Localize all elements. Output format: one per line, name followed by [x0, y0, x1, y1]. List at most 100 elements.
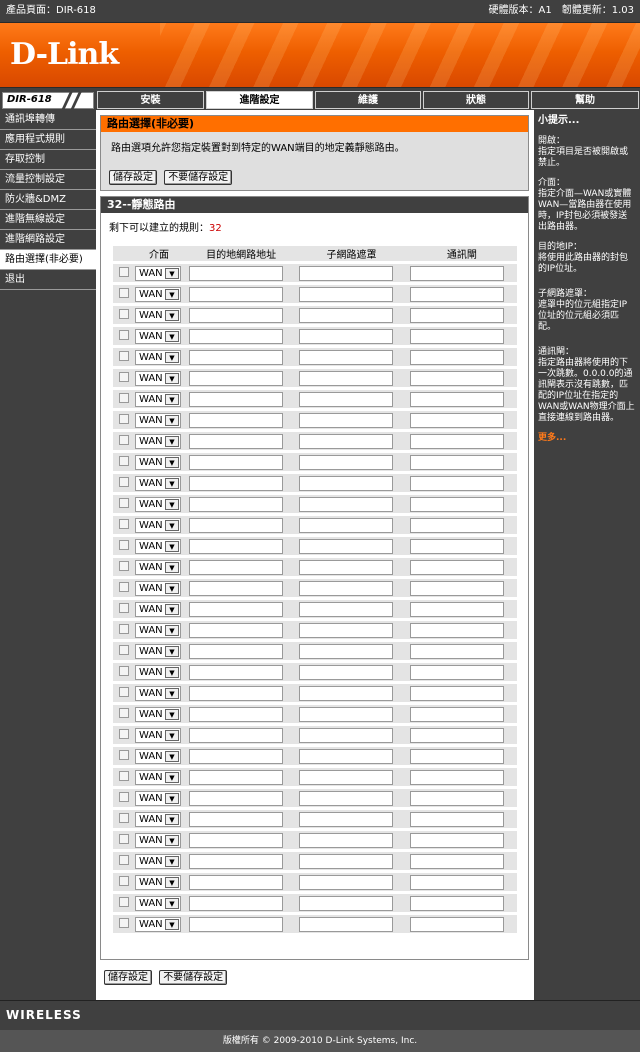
mask-input[interactable] — [299, 601, 394, 617]
gateway-input[interactable] — [409, 643, 504, 659]
enable-checkbox[interactable] — [119, 896, 129, 907]
interface-select[interactable]: WAN ▼ — [135, 643, 181, 659]
destination-input[interactable] — [189, 433, 283, 449]
destination-input[interactable] — [189, 769, 283, 785]
enable-checkbox[interactable] — [119, 623, 129, 634]
gateway-input[interactable] — [409, 370, 504, 386]
tab-help[interactable]: 幫助 — [531, 91, 639, 109]
gateway-input[interactable] — [409, 538, 504, 554]
gateway-input[interactable] — [409, 559, 504, 575]
mask-input[interactable] — [299, 559, 394, 575]
dont-save-button[interactable]: 不要儲存設定 — [164, 170, 233, 185]
mask-input[interactable] — [299, 622, 394, 638]
interface-select[interactable]: WAN ▼ — [135, 412, 181, 428]
gateway-input[interactable] — [409, 475, 504, 491]
enable-checkbox[interactable] — [119, 812, 129, 823]
mask-input[interactable] — [299, 790, 394, 806]
mask-input[interactable] — [299, 727, 394, 743]
interface-select[interactable]: WAN ▼ — [135, 370, 181, 386]
mask-input[interactable] — [299, 580, 394, 596]
gateway-input[interactable] — [409, 307, 504, 323]
destination-input[interactable] — [189, 454, 283, 470]
interface-select[interactable]: WAN ▼ — [135, 496, 181, 512]
enable-checkbox[interactable] — [119, 392, 129, 403]
gateway-input[interactable] — [409, 853, 504, 869]
destination-input[interactable] — [189, 370, 283, 386]
interface-select[interactable]: WAN ▼ — [135, 328, 181, 344]
gateway-input[interactable] — [409, 580, 504, 596]
destination-input[interactable] — [189, 328, 283, 344]
gateway-input[interactable] — [409, 811, 504, 827]
destination-input[interactable] — [189, 286, 283, 302]
mask-input[interactable] — [299, 895, 394, 911]
enable-checkbox[interactable] — [119, 560, 129, 571]
destination-input[interactable] — [189, 664, 283, 680]
enable-checkbox[interactable] — [119, 329, 129, 340]
enable-checkbox[interactable] — [119, 308, 129, 319]
destination-input[interactable] — [189, 895, 283, 911]
interface-select[interactable]: WAN ▼ — [135, 685, 181, 701]
gateway-input[interactable] — [409, 874, 504, 890]
mask-input[interactable] — [299, 643, 394, 659]
enable-checkbox[interactable] — [119, 581, 129, 592]
gateway-input[interactable] — [409, 916, 504, 932]
mask-input[interactable] — [299, 853, 394, 869]
interface-select[interactable]: WAN ▼ — [135, 601, 181, 617]
destination-input[interactable] — [189, 349, 283, 365]
enable-checkbox[interactable] — [119, 875, 129, 886]
interface-select[interactable]: WAN ▼ — [135, 454, 181, 470]
mask-input[interactable] — [299, 811, 394, 827]
enable-checkbox[interactable] — [119, 371, 129, 382]
mask-input[interactable] — [299, 517, 394, 533]
gateway-input[interactable] — [409, 433, 504, 449]
interface-select[interactable]: WAN ▼ — [135, 475, 181, 491]
gateway-input[interactable] — [409, 391, 504, 407]
mask-input[interactable] — [299, 349, 394, 365]
interface-select[interactable]: WAN ▼ — [135, 769, 181, 785]
sidebar-item-traffic-control[interactable]: 流量控制設定 — [0, 170, 96, 190]
destination-input[interactable] — [189, 748, 283, 764]
enable-checkbox[interactable] — [119, 665, 129, 676]
interface-select[interactable]: WAN ▼ — [135, 664, 181, 680]
destination-input[interactable] — [189, 265, 283, 281]
enable-checkbox[interactable] — [119, 350, 129, 361]
tab-status[interactable]: 狀態 — [423, 91, 529, 109]
mask-input[interactable] — [299, 412, 394, 428]
interface-select[interactable]: WAN ▼ — [135, 916, 181, 932]
destination-input[interactable] — [189, 874, 283, 890]
gateway-input[interactable] — [409, 790, 504, 806]
enable-checkbox[interactable] — [119, 686, 129, 697]
gateway-input[interactable] — [409, 328, 504, 344]
sidebar-item-access-control[interactable]: 存取控制 — [0, 150, 96, 170]
interface-select[interactable]: WAN ▼ — [135, 286, 181, 302]
gateway-input[interactable] — [409, 748, 504, 764]
tab-maintenance[interactable]: 維護 — [315, 91, 421, 109]
gateway-input[interactable] — [409, 622, 504, 638]
destination-input[interactable] — [189, 790, 283, 806]
sidebar-item-port-forwarding[interactable]: 通訊埠轉傳 — [0, 110, 96, 130]
enable-checkbox[interactable] — [119, 455, 129, 466]
tab-advanced[interactable]: 進階設定 — [206, 91, 313, 109]
mask-input[interactable] — [299, 706, 394, 722]
gateway-input[interactable] — [409, 349, 504, 365]
destination-input[interactable] — [189, 811, 283, 827]
gateway-input[interactable] — [409, 685, 504, 701]
interface-select[interactable]: WAN ▼ — [135, 874, 181, 890]
enable-checkbox[interactable] — [119, 266, 129, 277]
sidebar-item-routing[interactable]: 路由選擇(非必要) — [0, 250, 96, 270]
interface-select[interactable]: WAN ▼ — [135, 307, 181, 323]
mask-input[interactable] — [299, 769, 394, 785]
enable-checkbox[interactable] — [119, 707, 129, 718]
destination-input[interactable] — [189, 475, 283, 491]
destination-input[interactable] — [189, 727, 283, 743]
more-link[interactable]: 更多... — [538, 433, 636, 444]
enable-checkbox[interactable] — [119, 917, 129, 928]
mask-input[interactable] — [299, 685, 394, 701]
destination-input[interactable] — [189, 307, 283, 323]
destination-input[interactable] — [189, 601, 283, 617]
enable-checkbox[interactable] — [119, 434, 129, 445]
destination-input[interactable] — [189, 391, 283, 407]
interface-select[interactable]: WAN ▼ — [135, 580, 181, 596]
destination-input[interactable] — [189, 559, 283, 575]
mask-input[interactable] — [299, 391, 394, 407]
